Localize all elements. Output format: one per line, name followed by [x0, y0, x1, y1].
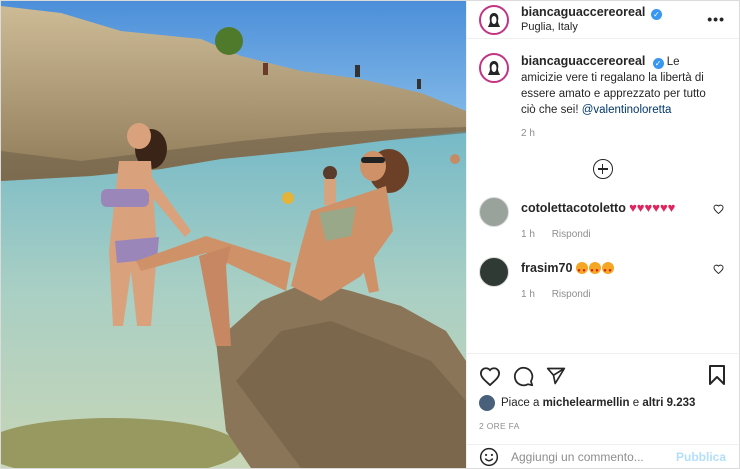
reply-button[interactable]: Rispondi	[552, 229, 591, 240]
comment-emojis	[575, 262, 615, 279]
comment-time: 1 h	[521, 229, 535, 240]
author-avatar[interactable]	[479, 4, 509, 35]
liker-avatar[interactable]	[479, 395, 495, 411]
post-sidebar: biancaguaccereoreal ✓ Puglia, Italy •••	[466, 1, 739, 468]
add-comment-bar: Aggiungi un commento... Pubblica	[467, 444, 738, 468]
comment-input[interactable]: Aggiungi un commento...	[511, 450, 676, 464]
instagram-post: biancaguaccereoreal ✓ Puglia, Italy •••	[0, 0, 740, 469]
plus-circle-icon[interactable]	[592, 159, 613, 179]
likes-middle: e	[632, 397, 640, 409]
verified-icon: ✓	[652, 58, 664, 69]
post-timestamp: 2 ORE FA	[479, 421, 520, 431]
header-text: biancaguaccereoreal ✓ Puglia, Italy	[521, 4, 662, 35]
comment-item: frasim70 1 h Rispondi	[467, 257, 738, 303]
publish-button[interactable]: Pubblica	[676, 450, 726, 464]
heart-eyes-emoji-icon	[601, 262, 614, 279]
caption-username[interactable]: biancaguaccereoreal	[521, 54, 645, 68]
author-avatar-image	[488, 12, 500, 27]
caption-mention-link[interactable]: @valentinoloretta	[582, 104, 672, 116]
comments-scroll-area[interactable]: biancaguaccereoreal ✓ Le amicizie vere t…	[467, 40, 738, 352]
load-more-comments[interactable]	[467, 159, 738, 179]
post-actions: Piace a michelearmellin e altri 9.233 2 …	[467, 353, 738, 431]
liker-username[interactable]: michelearmellin	[543, 397, 630, 409]
more-icon[interactable]: •••	[707, 11, 725, 27]
reply-button[interactable]: Rispondi	[552, 289, 591, 300]
post-caption: biancaguaccereoreal ✓ Le amicizie vere t…	[467, 40, 738, 118]
caption-timestamp: 2 h	[521, 128, 535, 139]
comment-avatar[interactable]	[479, 257, 509, 287]
post-location[interactable]: Puglia, Italy	[521, 20, 662, 35]
post-header: biancaguaccereoreal ✓ Puglia, Italy •••	[467, 1, 739, 39]
share-icon[interactable]	[546, 366, 566, 386]
like-comment-heart-icon[interactable]	[713, 204, 724, 214]
comment-meta: 1 h Rispondi	[521, 227, 691, 243]
heart-icon[interactable]	[479, 366, 501, 386]
comment-meta: 1 h Rispondi	[521, 287, 691, 303]
caption-avatar-image	[488, 61, 500, 75]
save-icon[interactable]	[708, 364, 726, 386]
others-likes-link[interactable]: altri 9.233	[642, 397, 695, 409]
caption-avatar[interactable]	[479, 53, 509, 83]
likes-prefix: Piace a	[501, 397, 540, 409]
post-photo[interactable]	[1, 1, 466, 468]
comment-username[interactable]: cotolettacotoletto	[521, 201, 626, 215]
beach-photo-image	[1, 1, 466, 468]
emoji-icon[interactable]	[479, 447, 499, 467]
comment-text-block: frasim70 1 h Rispondi	[521, 257, 691, 303]
author-username[interactable]: biancaguaccereoreal	[521, 5, 645, 19]
likes-summary: Piace a michelearmellin e altri 9.233	[479, 395, 726, 411]
heart-eyes-emoji-icon	[575, 262, 588, 279]
heart-eyes-emoji-icon	[588, 262, 601, 279]
verified-icon: ✓	[651, 9, 662, 20]
comment-item: cotolettacotoletto ♥♥♥♥♥♥ 1 h Rispondi	[467, 197, 738, 243]
caption-text-block: biancaguaccereoreal ✓ Le amicizie vere t…	[521, 53, 721, 118]
like-comment-heart-icon[interactable]	[713, 264, 724, 274]
comment-avatar[interactable]	[479, 197, 509, 227]
comment-hearts: ♥♥♥♥♥♥	[629, 200, 676, 215]
action-buttons	[479, 364, 726, 388]
comment-text-block: cotolettacotoletto ♥♥♥♥♥♥ 1 h Rispondi	[521, 197, 691, 243]
comment-time: 1 h	[521, 289, 535, 300]
comment-icon[interactable]	[513, 366, 534, 387]
comment-username[interactable]: frasim70	[521, 261, 572, 275]
